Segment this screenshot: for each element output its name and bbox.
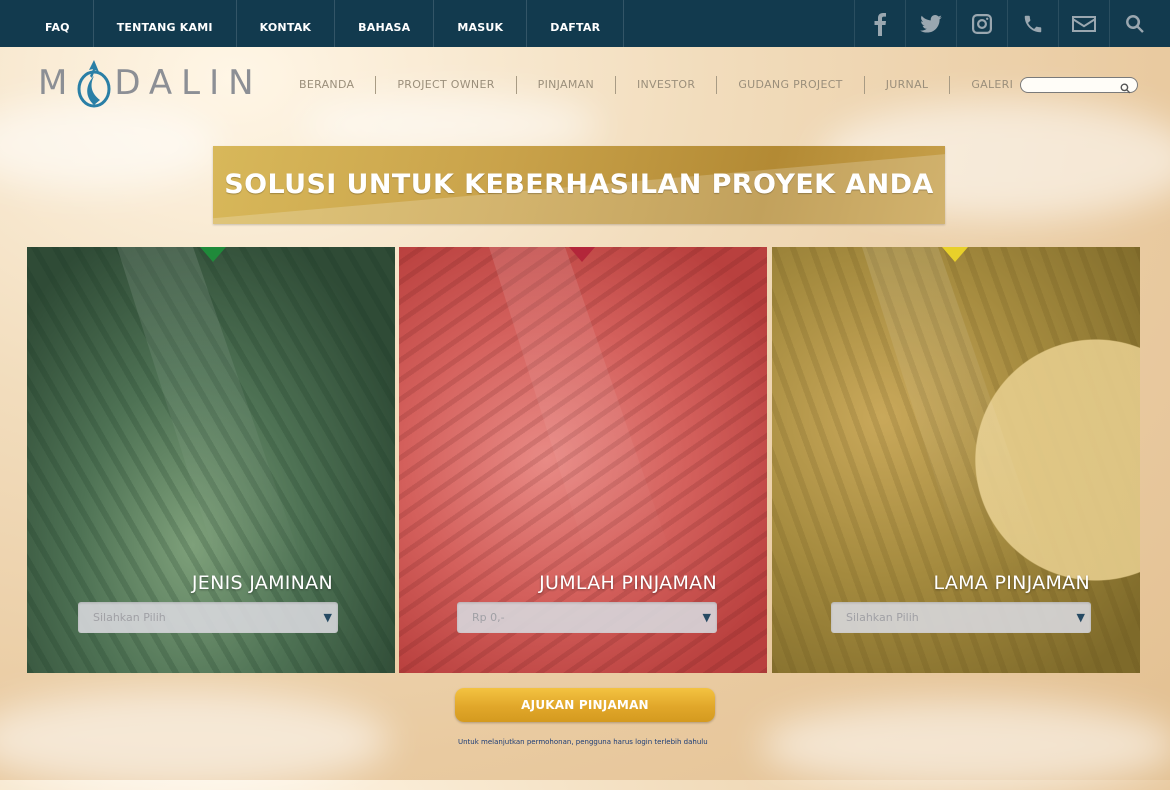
mail-icon[interactable] xyxy=(1058,0,1109,47)
top-nav: FAQ TENTANG KAMI KONTAK BAHASA MASUK DAF… xyxy=(22,0,625,47)
panel-jenis-jaminan: JENIS JAMINAN Silahkan Pilih ▼ xyxy=(27,247,395,673)
nav-jurnal[interactable]: JURNAL xyxy=(865,76,951,94)
modalin-logo[interactable]: M DALIN xyxy=(38,56,254,110)
twitter-icon[interactable] xyxy=(905,0,956,47)
social-links xyxy=(854,0,1160,47)
nav-gudang-project[interactable]: GUDANG PROJECT xyxy=(717,76,865,94)
cloud-decoration xyxy=(0,100,220,190)
panel-title: JENIS JAMINAN xyxy=(191,572,333,594)
search-input[interactable] xyxy=(1027,84,1122,96)
jumlah-pinjaman-select[interactable]: Rp 0,- ▼ xyxy=(457,602,717,633)
panel-jumlah-pinjaman: JUMLAH PINJAMAN Rp 0,- ▼ xyxy=(399,247,767,673)
instagram-icon[interactable] xyxy=(956,0,1007,47)
panel-marker-icon xyxy=(942,247,968,262)
topnav-kontak[interactable]: KONTAK xyxy=(237,0,336,47)
panel-lama-pinjaman: LAMA PINJAMAN Silahkan Pilih ▼ xyxy=(772,247,1140,673)
main-nav: BERANDA PROJECT OWNER PINJAMAN INVESTOR … xyxy=(278,76,1034,94)
logo-mark-icon xyxy=(76,58,112,108)
top-bar: FAQ TENTANG KAMI KONTAK BAHASA MASUK DAF… xyxy=(0,0,1170,47)
nav-pinjaman[interactable]: PINJAMAN xyxy=(517,76,616,94)
panel-title: JUMLAH PINJAMAN xyxy=(539,572,717,594)
topnav-tentang-kami[interactable]: TENTANG KAMI xyxy=(94,0,237,47)
banner-text: SOLUSI UNTUK KEBERHASILAN PROYEK ANDA xyxy=(224,169,934,200)
topnav-bahasa[interactable]: BAHASA xyxy=(335,0,435,47)
chevron-down-icon: ▼ xyxy=(323,611,332,624)
hero-banner: SOLUSI UNTUK KEBERHASILAN PROYEK ANDA xyxy=(213,146,945,224)
topnav-faq[interactable]: FAQ xyxy=(22,0,94,47)
nav-beranda[interactable]: BERANDA xyxy=(278,76,377,94)
logo-text-m: M xyxy=(38,63,77,103)
panel-marker-icon xyxy=(569,247,595,262)
select-value: Rp 0,- xyxy=(472,611,505,624)
topnav-masuk[interactable]: MASUK xyxy=(434,0,528,47)
nav-project-owner[interactable]: PROJECT OWNER xyxy=(376,76,517,94)
jenis-jaminan-select[interactable]: Silahkan Pilih ▼ xyxy=(78,602,338,633)
login-note: Untuk melanjutkan permohonan, pengguna h… xyxy=(458,738,708,746)
search-icon[interactable] xyxy=(1109,0,1160,47)
ajukan-pinjaman-button[interactable]: AJUKAN PINJAMAN xyxy=(455,688,715,722)
search-small-icon[interactable] xyxy=(1120,79,1131,98)
nav-investor[interactable]: INVESTOR xyxy=(616,76,718,94)
panel-marker-icon xyxy=(200,247,226,262)
panel-title: LAMA PINJAMAN xyxy=(933,572,1090,594)
lama-pinjaman-select[interactable]: Silahkan Pilih ▼ xyxy=(831,602,1091,633)
cloud-decoration xyxy=(0,690,390,790)
chevron-down-icon: ▼ xyxy=(1076,611,1085,624)
site-search xyxy=(1020,77,1138,96)
select-value: Silahkan Pilih xyxy=(93,611,166,624)
phone-icon[interactable] xyxy=(1007,0,1058,47)
facebook-icon[interactable] xyxy=(854,0,905,47)
select-value: Silahkan Pilih xyxy=(846,611,919,624)
logo-text-dalin: DALIN xyxy=(114,63,263,103)
chevron-down-icon: ▼ xyxy=(702,611,711,624)
cloud-decoration xyxy=(760,700,1170,790)
topnav-daftar[interactable]: DAFTAR xyxy=(527,0,625,47)
